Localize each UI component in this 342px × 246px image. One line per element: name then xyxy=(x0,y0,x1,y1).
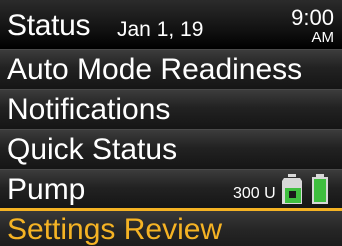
reservoir-units: 300 U xyxy=(233,185,276,202)
menu-item-pump[interactable]: Pump 300 U xyxy=(0,169,342,209)
selection-highlight-line xyxy=(0,208,342,211)
header-ampm: AM xyxy=(311,29,335,46)
menu-item-label: Auto Mode Readiness xyxy=(7,53,303,86)
menu-item-label: Settings Review xyxy=(7,213,223,246)
menu-item-notifications[interactable]: Notifications xyxy=(0,89,342,129)
pump-status-svg xyxy=(282,174,328,204)
device-screen: Status Jan 1, 19 9:00 AM Auto Mode Readi… xyxy=(0,0,342,246)
menu-item-auto-mode-readiness[interactable]: Auto Mode Readiness xyxy=(0,49,342,89)
battery-icon xyxy=(312,174,328,204)
header-time: 9:00 xyxy=(291,5,334,30)
menu-item-label: Notifications xyxy=(7,93,171,126)
pump-status-icons xyxy=(282,174,338,211)
menu-item-quick-status[interactable]: Quick Status xyxy=(0,129,342,169)
reservoir-icon xyxy=(282,174,302,204)
status-header: Status Jan 1, 19 9:00 AM xyxy=(0,0,342,49)
menu-item-label: Pump xyxy=(7,173,86,206)
page-title: Status xyxy=(7,9,91,42)
header-date: Jan 1, 19 xyxy=(117,18,204,41)
menu-item-settings-review[interactable]: Settings Review xyxy=(0,209,342,246)
menu-item-label: Quick Status xyxy=(7,133,178,166)
